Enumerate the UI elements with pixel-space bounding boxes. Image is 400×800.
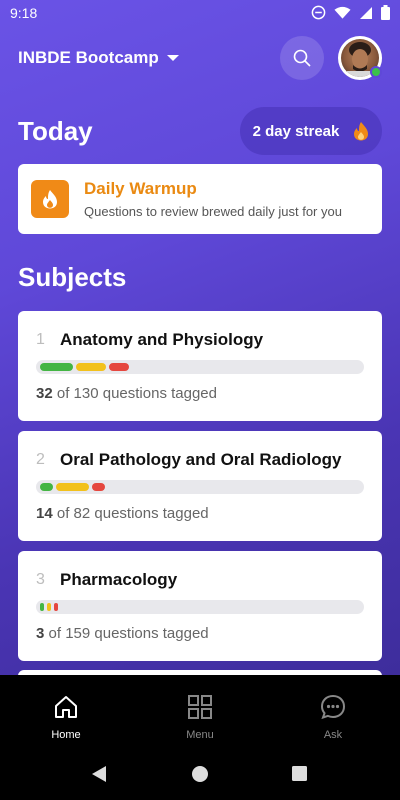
nav-ask[interactable]: Ask [293,693,373,741]
battery-icon [381,5,390,20]
nav-menu-label: Menu [186,729,214,741]
user-avatar[interactable] [338,36,382,80]
streak-label: 2 day streak [252,122,340,140]
chevron-down-icon [166,55,179,61]
warmup-subtitle: Questions to review brewed daily just fo… [84,204,342,219]
flame-icon [354,122,369,141]
home-icon [55,696,77,718]
subject-card[interactable]: 1 Anatomy and Physiology 32 of 130 quest… [18,311,382,421]
recents-square-icon[interactable] [291,765,308,782]
tagged-count: 32 [36,385,53,402]
subject-tag-count: 32 of 130 questions tagged [36,385,217,402]
subject-progress-bar [36,600,364,614]
tagged-total: of 82 questions tagged [56,505,209,522]
tagged-count: 14 [36,505,53,522]
bottom-navigation: Home Menu Ask [0,675,400,745]
back-triangle-icon[interactable] [90,765,108,783]
subject-name: Anatomy and Physiology [60,330,264,349]
flame-icon [43,190,57,209]
progress-segment-red [54,603,58,611]
status-bar: 9:18 [0,0,400,28]
subject-index: 2 [36,451,45,468]
warmup-title: Daily Warmup [84,179,197,198]
progress-segment-green [40,363,73,371]
wifi-icon [334,6,351,19]
chat-bubble-icon [320,694,346,720]
subject-card[interactable]: 2 Oral Pathology and Oral Radiology 14 o… [18,431,382,541]
subject-index: 1 [36,331,45,348]
home-circle-icon[interactable] [191,765,209,783]
tagged-total: of 130 questions tagged [56,385,217,402]
progress-segment-green [40,483,53,491]
grid-icon [188,695,212,719]
do-not-disturb-icon [311,5,326,20]
progress-segment-yellow [47,603,51,611]
nav-home-label: Home [51,729,81,741]
progress-segment-red [109,363,129,371]
streak-badge[interactable]: 2 day streak [240,107,382,155]
search-button[interactable] [280,36,324,80]
progress-segment-green [40,603,44,611]
subject-tag-count: 14 of 82 questions tagged [36,505,209,522]
today-heading: Today [18,116,93,146]
subject-index: 3 [36,571,45,588]
daily-warmup-card[interactable]: Daily Warmup Questions to review brewed … [18,164,382,234]
status-icons [311,5,390,20]
workspace-title: INBDE Bootcamp [18,48,159,67]
subject-name: Oral Pathology and Oral Radiology [60,450,342,469]
signal-icon [360,6,372,19]
progress-segment-yellow [76,363,106,371]
nav-home[interactable]: Home [26,693,106,741]
nav-ask-label: Ask [323,729,343,741]
subject-card[interactable]: 3 Pharmacology 3 of 159 questions tagged [18,551,382,661]
subject-name: Pharmacology [60,570,178,589]
online-status-dot [370,66,382,78]
search-icon [293,49,311,67]
tagged-total: of 159 questions tagged [48,625,209,642]
system-navigation-bar [0,745,400,800]
warmup-flame-badge [31,180,69,218]
tagged-count: 3 [36,625,45,642]
subject-progress-bar [36,480,364,494]
nav-menu[interactable]: Menu [160,693,240,741]
subject-progress-bar [36,360,364,374]
subject-tag-count: 3 of 159 questions tagged [36,625,209,642]
status-time: 9:18 [10,5,38,21]
progress-segment-red [92,483,105,491]
workspace-selector[interactable]: INBDE Bootcamp [18,48,179,68]
progress-segment-yellow [56,483,89,491]
app-header: INBDE Bootcamp [0,36,400,82]
subjects-heading: Subjects [18,262,127,292]
app-screen: 9:18 INBDE Bootcamp Today 2 day streak D… [0,0,400,675]
